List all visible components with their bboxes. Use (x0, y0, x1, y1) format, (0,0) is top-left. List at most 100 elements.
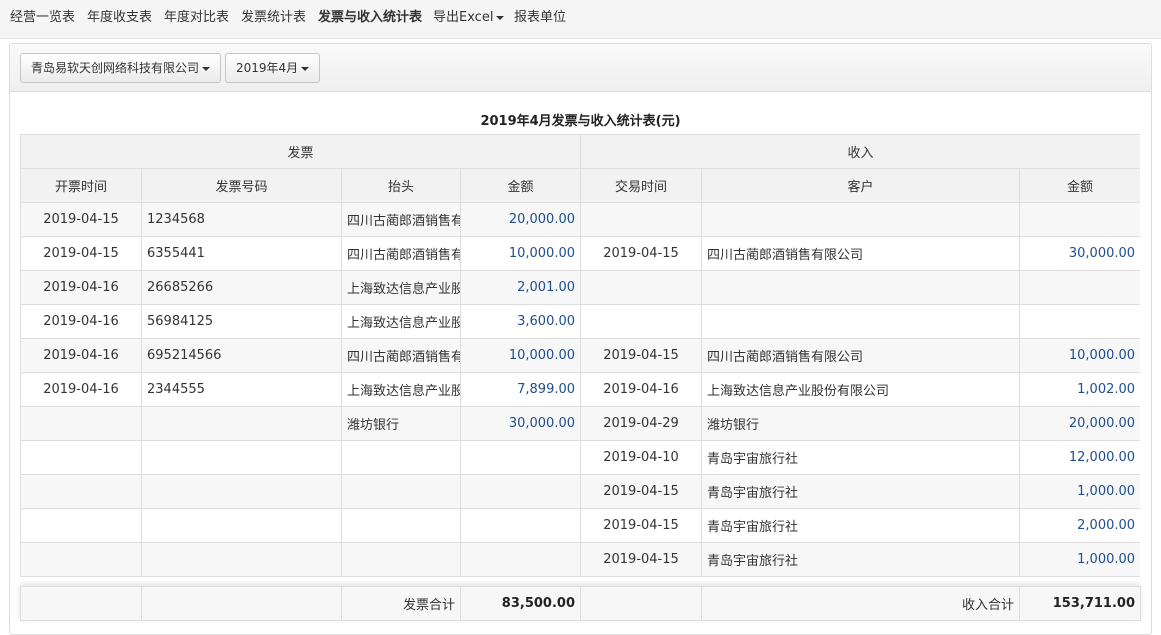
cell-invoice-title (341, 440, 461, 475)
cell-invoice-date: 2019-04-15 (20, 236, 142, 271)
cell-invoice-amount (459, 474, 582, 509)
nav-export-excel-label: 导出Excel (433, 10, 494, 25)
table-row[interactable]: 潍坊银行 30,000.00 2019-04-29 潍坊银行 20,000.00 (20, 406, 1140, 441)
cell-trade-date (580, 202, 703, 237)
cell-income-amount: 2,000.00 (1019, 508, 1140, 543)
nav-report-unit[interactable]: 报表单位 (514, 0, 566, 36)
cell-customer: 潍坊银行 (701, 406, 1021, 441)
cell-customer: 上海致达信息产业股份有限公司 (701, 372, 1021, 407)
month-dropdown[interactable]: 2019年4月 (225, 53, 321, 83)
cell-trade-date (580, 304, 703, 339)
footer-empty-cell (580, 586, 702, 621)
cell-invoice-date (20, 474, 142, 509)
cell-invoice-amount: 3,600.00 (459, 304, 582, 339)
cell-income-amount (1019, 304, 1140, 339)
cell-invoice-title: 上海致达信息产业股份有限公司 (341, 304, 461, 339)
cell-invoice-title: 潍坊银行 (341, 406, 461, 441)
col-header-invoice-no[interactable]: 发票号码 (141, 168, 342, 203)
table-row[interactable]: 2019-04-16695214566四川古蔺郎酒销售有限公司10,000.00… (20, 338, 1140, 373)
cell-income-amount: 1,000.00 (1019, 474, 1140, 509)
nav-annual-income-expense[interactable]: 年度收支表 (87, 0, 152, 36)
cell-invoice-amount (459, 542, 582, 577)
cell-customer: 四川古蔺郎酒销售有限公司 (701, 338, 1021, 373)
col-header-income-amount[interactable]: 金额 (1019, 168, 1140, 203)
table-row[interactable]: 2019-04-1626685266上海致达信息产业股份有限公司2,001.00 (20, 270, 1140, 305)
table-row[interactable]: 2019-04-162344555上海致达信息产业股份有限公司7,899.002… (20, 372, 1140, 407)
cell-invoice-amount (459, 508, 582, 543)
cell-invoice-date: 2019-04-16 (20, 304, 142, 339)
nav-invoice-income-stats[interactable]: 发票与收入统计表 (318, 0, 422, 36)
table-row[interactable]: 2019-04-15 青岛宇宙旅行社 2,000.00 (20, 508, 1140, 543)
filter-bar: 青岛易软天创网络科技有限公司 2019年4月 (10, 44, 1151, 92)
caret-down-icon (496, 15, 505, 20)
income-total-value: 153,711.00 (1019, 586, 1141, 621)
cell-invoice-no: 56984125 (141, 304, 342, 339)
cell-trade-date: 2019-04-15 (580, 338, 703, 373)
footer-empty-cell (141, 586, 342, 621)
report-title: 2019年4月发票与收入统计表(元) (480, 114, 681, 129)
table-footer: 发票合计 83,500.00 收入合计 153,711.00 (20, 586, 1141, 621)
table-row[interactable]: 2019-04-151234568四川古蔺郎酒销售有限公司20,000.00 (20, 202, 1140, 237)
col-header-invoice-date[interactable]: 开票时间 (20, 168, 142, 203)
cell-income-amount: 30,000.00 (1019, 236, 1140, 271)
table-row[interactable]: 2019-04-10 青岛宇宙旅行社 12,000.00 (20, 440, 1140, 475)
cell-invoice-date (20, 440, 142, 475)
cell-invoice-title: 四川古蔺郎酒销售有限公司 (341, 202, 461, 237)
cell-invoice-amount: 10,000.00 (459, 338, 582, 373)
col-header-customer[interactable]: 客户 (701, 168, 1021, 203)
cell-invoice-date (20, 542, 142, 577)
col-header-invoice-title[interactable]: 抬头 (341, 168, 461, 203)
cell-invoice-amount: 7,899.00 (459, 372, 582, 407)
income-total-label: 收入合计 (701, 586, 1020, 621)
cell-invoice-no: 2344555 (141, 372, 342, 407)
col-header-trade-date[interactable]: 交易时间 (580, 168, 703, 203)
totals-row: 发票合计 83,500.00 收入合计 153,711.00 (20, 586, 1141, 621)
cell-invoice-date: 2019-04-15 (20, 202, 142, 237)
cell-customer (701, 202, 1021, 237)
cell-invoice-title: 四川古蔺郎酒销售有限公司 (341, 236, 461, 271)
nav-export-excel[interactable]: 导出Excel (433, 0, 505, 36)
table-row[interactable]: 2019-04-15 青岛宇宙旅行社 1,000.00 (20, 474, 1140, 509)
cell-invoice-amount: 30,000.00 (459, 406, 582, 441)
footer-empty-cell (20, 586, 142, 621)
cell-income-amount: 10,000.00 (1019, 338, 1140, 373)
cell-invoice-amount: 20,000.00 (459, 202, 582, 237)
cell-invoice-date (20, 508, 142, 543)
cell-trade-date: 2019-04-15 (580, 236, 703, 271)
cell-invoice-title (341, 508, 461, 543)
cell-customer (701, 304, 1021, 339)
group-header-invoice: 发票 (20, 134, 582, 169)
cell-income-amount: 1,002.00 (1019, 372, 1140, 407)
cell-customer: 四川古蔺郎酒销售有限公司 (701, 236, 1021, 271)
cell-invoice-title (341, 474, 461, 509)
table-row[interactable]: 2019-04-156355441四川古蔺郎酒销售有限公司10,000.0020… (20, 236, 1140, 271)
cell-invoice-no (141, 508, 342, 543)
cell-invoice-no: 1234568 (141, 202, 342, 237)
cell-income-amount: 20,000.00 (1019, 406, 1140, 441)
cell-customer: 青岛宇宙旅行社 (701, 474, 1021, 509)
col-header-invoice-amount[interactable]: 金额 (459, 168, 582, 203)
cell-customer: 青岛宇宙旅行社 (701, 508, 1021, 543)
cell-invoice-amount: 10,000.00 (459, 236, 582, 271)
nav-annual-comparison[interactable]: 年度对比表 (164, 0, 229, 36)
nav-invoice-stats[interactable]: 发票统计表 (241, 0, 306, 36)
cell-trade-date (580, 270, 703, 305)
table-body: 2019-04-151234568四川古蔺郎酒销售有限公司20,000.0020… (20, 202, 1140, 577)
cell-trade-date: 2019-04-15 (580, 508, 703, 543)
cell-invoice-title (341, 542, 461, 577)
cell-income-amount: 1,000.00 (1019, 542, 1140, 577)
cell-customer: 青岛宇宙旅行社 (701, 542, 1021, 577)
group-header-income: 收入 (580, 134, 1140, 169)
table-row[interactable]: 2019-04-15 青岛宇宙旅行社 1,000.00 (20, 542, 1140, 577)
table-row[interactable]: 2019-04-1656984125上海致达信息产业股份有限公司3,600.00 (20, 304, 1140, 339)
cell-trade-date: 2019-04-16 (580, 372, 703, 407)
cell-customer: 青岛宇宙旅行社 (701, 440, 1021, 475)
company-dropdown-label: 青岛易软天创网络科技有限公司 (31, 61, 200, 75)
cell-trade-date: 2019-04-15 (580, 542, 703, 577)
cell-invoice-date: 2019-04-16 (20, 372, 142, 407)
top-nav: 经营一览表 年度收支表 年度对比表 发票统计表 发票与收入统计表 导出Excel… (0, 0, 1161, 39)
company-dropdown[interactable]: 青岛易软天创网络科技有限公司 (20, 53, 222, 83)
cell-invoice-date: 2019-04-16 (20, 270, 142, 305)
nav-overview[interactable]: 经营一览表 (10, 0, 75, 36)
cell-trade-date: 2019-04-29 (580, 406, 703, 441)
